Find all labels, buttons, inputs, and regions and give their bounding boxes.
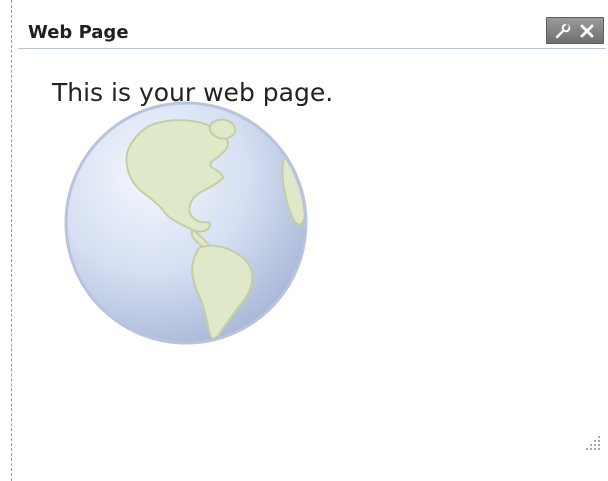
widget-header: Web Page	[18, 16, 606, 49]
globe-icon	[64, 101, 308, 345]
widget-title: Web Page	[28, 22, 129, 43]
wrench-icon[interactable]	[553, 21, 573, 41]
widget-controls	[546, 17, 604, 44]
page: Web Page This is your web page.	[0, 0, 608, 481]
column-divider	[11, 0, 12, 481]
web-page-widget: Web Page This is your web page.	[18, 16, 606, 476]
page-body-text: This is your web page.	[52, 78, 334, 107]
resize-grip-icon[interactable]	[584, 434, 602, 452]
close-icon[interactable]	[577, 21, 597, 41]
